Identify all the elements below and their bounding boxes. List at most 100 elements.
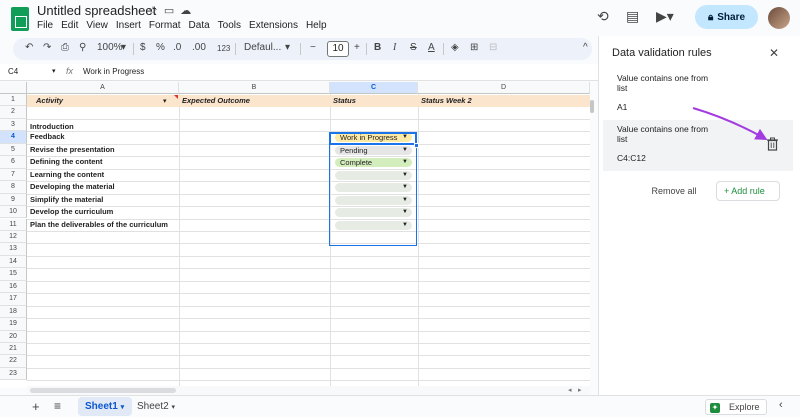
- move-folder-icon[interactable]: ▭: [164, 4, 174, 17]
- comment-icon[interactable]: ▤: [626, 8, 639, 25]
- row-header[interactable]: 21: [0, 343, 27, 356]
- filter-dropdown-icon[interactable]: ▾: [163, 97, 167, 105]
- currency-format-button[interactable]: $: [140, 42, 146, 53]
- row-header[interactable]: 4: [0, 131, 27, 144]
- italic-icon[interactable]: I: [393, 42, 396, 53]
- add-sheet-icon[interactable]: +: [32, 399, 40, 414]
- column-header-a[interactable]: A: [27, 82, 179, 94]
- row-header[interactable]: 2: [0, 106, 27, 119]
- share-button[interactable]: 🔒︎ Share: [695, 5, 758, 29]
- row-header[interactable]: 22: [0, 355, 27, 368]
- row-header[interactable]: 3: [0, 118, 27, 132]
- borders-icon[interactable]: ⊞: [470, 42, 478, 53]
- percent-format-button[interactable]: %: [156, 42, 165, 53]
- menu-data[interactable]: Data: [189, 20, 210, 31]
- fill-handle[interactable]: [414, 143, 419, 148]
- chevron-down-icon[interactable]: ▾: [52, 67, 56, 75]
- cell-activity[interactable]: Simplify the material: [27, 194, 179, 206]
- header-expected-outcome[interactable]: Expected Outcome: [179, 95, 329, 107]
- row-header[interactable]: 11: [0, 218, 27, 231]
- menu-edit[interactable]: Edit: [61, 20, 78, 31]
- menu-file[interactable]: File: [37, 20, 53, 31]
- font-size-input[interactable]: 10: [327, 41, 349, 57]
- row-header[interactable]: 10: [0, 206, 27, 219]
- remove-all-button[interactable]: Remove all: [639, 181, 709, 201]
- cell-activity[interactable]: Feedback: [27, 131, 179, 143]
- row-header[interactable]: 5: [0, 143, 27, 157]
- cell-activity[interactable]: Learning the content: [27, 169, 179, 181]
- formula-input[interactable]: Work in Progress: [83, 67, 144, 76]
- sheets-logo-icon[interactable]: [11, 7, 29, 31]
- document-title[interactable]: Untitled spreadsheet: [37, 3, 156, 18]
- fill-color-icon[interactable]: ◈: [451, 42, 459, 53]
- row-header[interactable]: 18: [0, 305, 27, 319]
- paint-format-icon[interactable]: ⚲: [79, 42, 86, 53]
- text-color-icon[interactable]: A: [428, 42, 435, 53]
- menu-extensions[interactable]: Extensions: [249, 20, 298, 31]
- header-status-week2[interactable]: Status Week 2: [418, 95, 588, 107]
- close-icon[interactable]: ✕: [769, 46, 779, 60]
- strikethrough-icon[interactable]: S: [410, 42, 417, 53]
- row-header[interactable]: 23: [0, 367, 27, 381]
- scrollbar-thumb[interactable]: [30, 388, 176, 393]
- avatar[interactable]: [768, 7, 790, 29]
- cloud-status-icon[interactable]: ☁: [180, 4, 191, 17]
- cell-activity[interactable]: Plan the deliverables of the curriculum: [27, 219, 179, 231]
- add-rule-button[interactable]: + Add rule: [716, 181, 780, 201]
- undo-icon[interactable]: ↶: [25, 42, 33, 53]
- row-header[interactable]: 20: [0, 330, 27, 343]
- row-header[interactable]: 13: [0, 243, 27, 256]
- redo-icon[interactable]: ↷: [43, 42, 51, 53]
- panel-scrollbar[interactable]: [590, 100, 594, 113]
- tab-sheet1[interactable]: Sheet1 ▾: [78, 397, 132, 416]
- star-icon[interactable]: ☆: [148, 4, 158, 17]
- number-format-button[interactable]: 123: [217, 44, 230, 53]
- bold-icon[interactable]: B: [374, 42, 381, 53]
- menu-tools[interactable]: Tools: [218, 20, 241, 31]
- decrease-font-size-icon[interactable]: −: [310, 42, 316, 53]
- print-icon[interactable]: ⎙: [61, 42, 69, 53]
- cell-activity[interactable]: Defining the content: [27, 156, 179, 168]
- cell-activity[interactable]: Revise the presentation: [27, 144, 179, 156]
- row-header[interactable]: 7: [0, 168, 27, 182]
- cell-activity[interactable]: Develop the curriculum: [27, 206, 179, 218]
- collapse-toolbar-icon[interactable]: ^: [583, 42, 588, 53]
- meet-icon[interactable]: ▶▾: [656, 8, 674, 25]
- row-header[interactable]: 6: [0, 156, 27, 169]
- spreadsheet-grid[interactable]: A B C D 1 2 3 4 5 6 7 8 9 10 11 12 13 14 15 16 17 18 19 20 2…: [0, 82, 590, 388]
- row-header[interactable]: 17: [0, 293, 27, 306]
- row-header[interactable]: 12: [0, 230, 27, 244]
- header-activity[interactable]: Activity: [33, 95, 178, 107]
- cell-activity[interactable]: Developing the material: [27, 181, 179, 193]
- explore-button[interactable]: ✦ Explore: [705, 399, 767, 415]
- row-header[interactable]: 19: [0, 318, 27, 331]
- row-header[interactable]: 15: [0, 268, 27, 281]
- scroll-left-icon[interactable]: ◂: [568, 386, 572, 394]
- header-status[interactable]: Status: [330, 95, 417, 107]
- scroll-right-icon[interactable]: ▸: [578, 386, 582, 394]
- decrease-decimal-button[interactable]: .0: [173, 42, 181, 53]
- name-box[interactable]: C4: [8, 67, 18, 76]
- menu-help[interactable]: Help: [306, 20, 327, 31]
- column-header-c[interactable]: C: [330, 82, 418, 94]
- font-select[interactable]: Defaul...: [244, 42, 281, 53]
- select-all-corner[interactable]: [0, 82, 27, 94]
- merge-cells-icon[interactable]: ⊟: [489, 42, 497, 53]
- tab-sheet2[interactable]: Sheet2 ▾: [137, 397, 185, 416]
- row-header[interactable]: 9: [0, 193, 27, 207]
- increase-decimal-button[interactable]: .00: [192, 42, 206, 53]
- column-header-b[interactable]: B: [179, 82, 330, 94]
- increase-font-size-icon[interactable]: +: [354, 42, 360, 53]
- history-icon[interactable]: ⟲: [597, 8, 609, 25]
- row-header[interactable]: 8: [0, 181, 27, 194]
- menu-format[interactable]: Format: [149, 20, 181, 31]
- row-header[interactable]: 1: [0, 94, 27, 107]
- column-header-d[interactable]: D: [418, 82, 590, 94]
- row-header[interactable]: 16: [0, 280, 27, 294]
- menu-view[interactable]: View: [86, 20, 108, 31]
- row-header[interactable]: 14: [0, 255, 27, 269]
- collapse-panel-icon[interactable]: ‹: [779, 399, 783, 411]
- all-sheets-icon[interactable]: ≡: [54, 399, 61, 413]
- menu-insert[interactable]: Insert: [116, 20, 141, 31]
- zoom-select[interactable]: 100%: [97, 42, 123, 53]
